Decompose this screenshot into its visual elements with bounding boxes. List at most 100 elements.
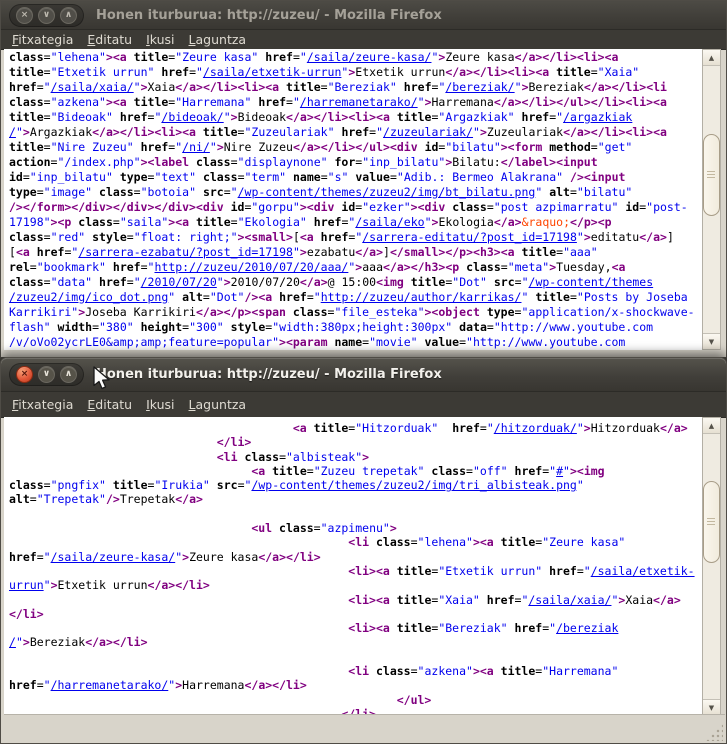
maximize-button[interactable]: ∧ [60,366,77,383]
code-t: </a></h3><p [383,260,459,274]
code-tx [390,621,397,635]
code-t: > [522,80,529,94]
scroll-down-button[interactable]: ▼ [703,699,720,715]
source-link[interactable]: /sarrera-editatu/?post_id=17198 [362,230,577,244]
source-link[interactable]: /harremanetarako/ [300,95,418,109]
source-line: /zuzeu2/img/ico_dot.png" alt="Dot"/><a h… [4,290,702,305]
source-link[interactable]: /saila/xaia/ [528,593,611,607]
menu-item-laguntza[interactable]: Laguntza [182,32,254,47]
code-av: " [300,50,307,64]
source-link[interactable]: http://zuzeu/author/karrikas/ [321,290,522,304]
source-link[interactable]: /wp-content/themes/zuzeu2/img/bt_bilatu.… [238,185,536,199]
source-link[interactable]: /wp-content/themes/zuzeu2/img/tri_albist… [251,478,576,492]
menu-item-fitxategia[interactable]: Fitxategia [5,397,80,412]
menu-item-editatu[interactable]: Editatu [80,32,139,47]
vertical-scrollbar-bottom[interactable]: ▲ ▼ [702,417,721,716]
code-t: > [224,275,231,289]
code-tx [487,275,494,289]
code-tx [404,275,411,289]
source-link[interactable]: /2010/07/20 [141,275,217,289]
vertical-scrollbar-top[interactable]: ▲ ▼ [702,49,721,350]
minimize-button[interactable]: ∨ [38,7,55,24]
menu-item-ikusi[interactable]: Ikusi [139,397,181,412]
code-t: </a></li><li><a [515,50,619,64]
code-t: ><div [300,200,335,214]
code-av: " [134,275,141,289]
code-tx: = [231,155,238,169]
close-button[interactable]: × [16,366,33,383]
source-link[interactable]: /hitzorduak/ [494,421,577,435]
code-tx: = [37,80,44,94]
code-t: <ul [251,521,272,535]
code-av: "Harremana" [175,95,251,109]
source-link[interactable]: /sarrera-ezabatu/?post_id=17198 [78,245,293,259]
source-line [4,650,702,664]
scrollbar-thumb[interactable] [703,134,720,216]
source-content-top: class="lehena"><a title="Zeure kasa" hre… [4,49,702,350]
code-tx [189,215,196,229]
code-an: title [397,621,432,635]
source-link[interactable]: / [9,635,16,649]
code-tx: = [224,185,231,199]
minimize-button[interactable]: ∨ [38,366,55,383]
scrollbar-thumb[interactable] [703,481,720,563]
code-av: " [16,635,23,649]
maximize-button[interactable]: ∧ [60,7,77,24]
code-an: src [494,275,515,289]
source-link[interactable]: /saila/etxetik-urrun [203,65,341,79]
titlebar-bottom[interactable]: × ∨ ∧ Honen iturburua: http://zuzeu/ - M… [1,358,726,392]
source-link[interactable]: /bideoak/ [161,110,223,124]
source-link[interactable]: /zuzeulariak/ [383,125,473,139]
thumb-grip-icon [707,171,715,172]
code-tx [508,464,515,478]
code-an: title [501,535,536,549]
code-an: href [9,80,37,94]
source-link[interactable]: /zuzeu2/img/ico_dot.png [9,290,168,304]
status-bar [4,714,725,743]
menu-item-laguntza[interactable]: Laguntza [182,397,254,412]
source-link[interactable]: /saila/etxetik- [591,564,695,578]
scroll-down-button[interactable]: ▼ [703,333,720,349]
source-link[interactable]: /wp-content/themes [529,275,654,289]
source-link[interactable]: /saila/zeure-kasa/ [307,50,432,64]
code-t: </a> [355,245,383,259]
source-link[interactable]: /ni/ [182,140,210,154]
source-link[interactable]: /saila/zeure-kasa/ [51,550,176,564]
source-link[interactable]: /saila/eko [355,215,424,229]
code-tx: = [203,290,210,304]
source-link[interactable]: /bereziak/ [445,80,514,94]
code-av: "Ekologia" [238,215,307,229]
code-an: title [134,50,169,64]
source-link[interactable]: /argazkiak [563,110,632,124]
source-link[interactable]: /saila/xaia/ [51,80,134,94]
source-link[interactable]: http://zuzeu/2010/07/20/aaa/ [154,260,348,274]
code-av: "pngfix" [51,478,106,492]
code-av: " [376,125,383,139]
code-tx [272,521,279,535]
code-t: </a> [653,593,681,607]
close-button[interactable]: × [16,7,33,24]
source-link[interactable]: / [9,125,16,139]
menu-item-fitxategia[interactable]: Fitxategia [5,32,80,47]
scroll-up-button[interactable]: ▲ [703,418,720,434]
menu-item-editatu[interactable]: Editatu [80,397,139,412]
source-link[interactable]: /bereziak [556,621,618,635]
source-link[interactable]: # [556,464,563,478]
scrollbar-track[interactable] [703,434,720,699]
code-av: " [487,421,494,435]
menu-item-ikusi[interactable]: Ikusi [139,32,181,47]
code-t: </a></li></ul><div [293,140,418,154]
source-link[interactable]: urrun [9,578,44,592]
code-tx: = [238,478,245,492]
code-tx: Zeure kasa [189,550,258,564]
code-tx: = [37,678,44,692]
resize-grip-icon[interactable] [706,724,723,741]
code-av: "bilatu" [445,140,500,154]
code-tx: Zuzeulariak [487,125,563,139]
code-tx [515,245,522,259]
source-link[interactable]: /harremanetarako/ [51,678,169,692]
code-tx [279,80,286,94]
scrollbar-track[interactable] [703,66,720,333]
scroll-up-button[interactable]: ▲ [703,50,720,66]
titlebar-top[interactable]: × ∨ ∧ Honen iturburua: http://zuzeu/ - M… [1,1,726,30]
